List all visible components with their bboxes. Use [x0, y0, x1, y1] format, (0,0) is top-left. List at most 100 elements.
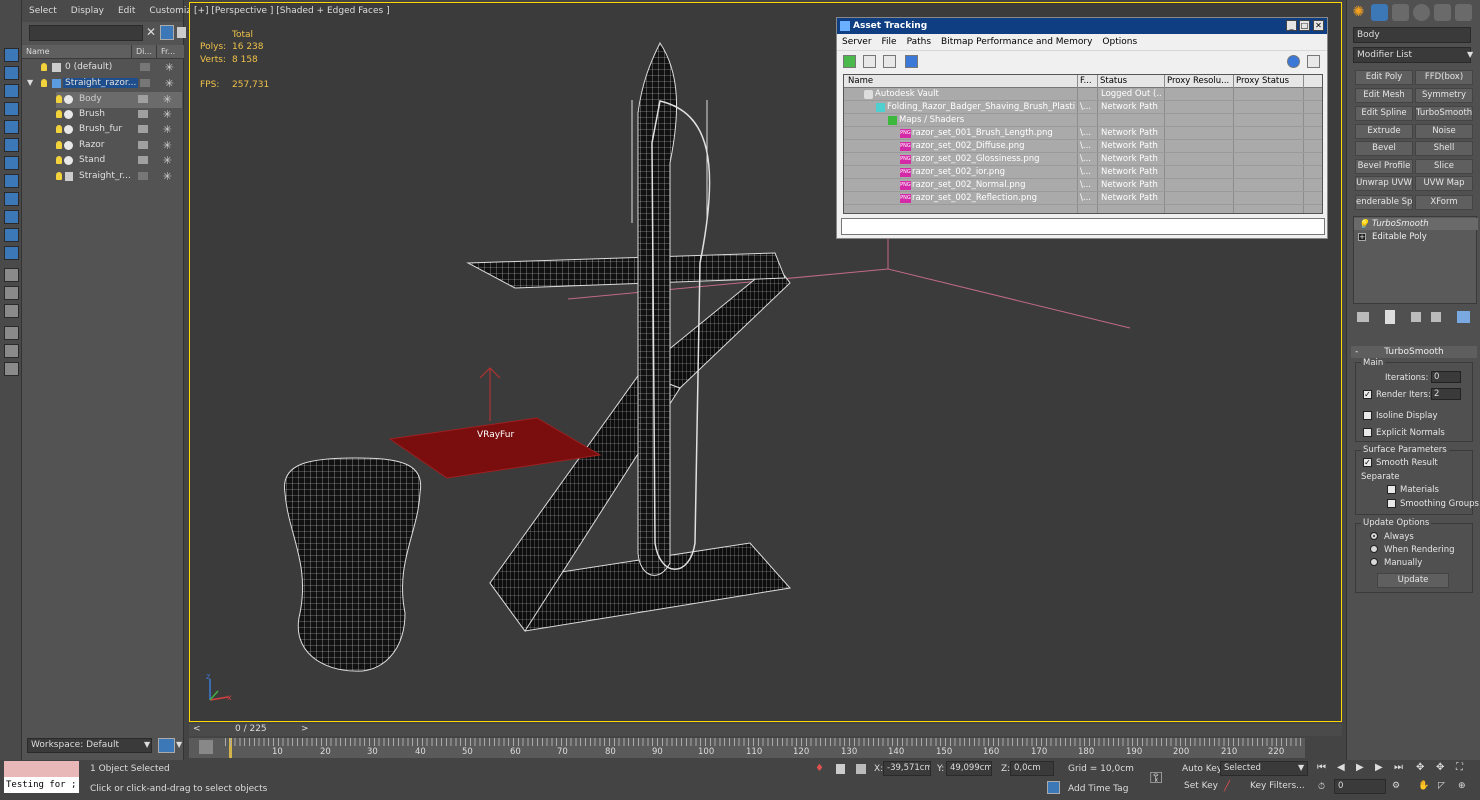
light-bulb-icon[interactable] — [56, 110, 62, 118]
time-slider[interactable]: < 0 / 225 > — [189, 724, 1342, 736]
renderable-spline-button[interactable]: enderable Splin — [1355, 195, 1413, 210]
create-tab-icon[interactable]: ✺ — [1350, 4, 1367, 21]
expand-plus-icon[interactable]: + — [1358, 233, 1366, 241]
asset-row-png[interactable]: PNG razor_set_002_Normal.png \... Networ… — [844, 179, 1322, 192]
go-to-start-icon[interactable]: ⏮ — [1317, 762, 1326, 773]
asset-row-maps-shaders[interactable]: Maps / Shaders — [844, 114, 1322, 127]
display-toggle-icon[interactable] — [138, 156, 148, 164]
column-proxy-status[interactable]: Proxy Status — [1236, 76, 1289, 86]
tree-row-straight-r[interactable]: Straight_r... ✳ — [56, 169, 182, 185]
time-tag-icon[interactable] — [1047, 781, 1060, 794]
layer-icon[interactable] — [4, 362, 19, 376]
walkthrough-icon[interactable]: ⊕ — [1458, 781, 1466, 791]
display-toggle-icon[interactable] — [138, 125, 148, 133]
render-iters-checkbox[interactable]: ✓ — [1363, 390, 1372, 399]
collapse-arrow-icon[interactable]: ▼ — [27, 78, 33, 87]
previous-frame-icon[interactable]: ◀ — [1337, 762, 1345, 773]
chevron-down-icon[interactable]: ▼ — [176, 740, 182, 749]
menu-paths[interactable]: Paths — [902, 37, 936, 47]
light-bulb-icon[interactable]: 💡 — [1358, 219, 1369, 231]
freeze-icon[interactable]: ✳ — [163, 154, 172, 167]
asset-tracking-titlebar[interactable]: Asset Tracking _ □ ✕ — [837, 18, 1327, 34]
invert-display-icon[interactable] — [4, 304, 19, 318]
refresh-icon[interactable] — [843, 55, 856, 68]
tree-row-stand[interactable]: Stand ✳ — [56, 153, 182, 169]
tree-row-razor[interactable]: Razor ✳ — [56, 138, 182, 154]
tree-row-layer-default[interactable]: 0 (default) ✳ — [22, 60, 184, 76]
display-groups-icon[interactable] — [4, 192, 19, 206]
isoline-display-checkbox[interactable] — [1363, 411, 1372, 420]
asset-row-png[interactable]: PNG razor_set_002_ior.png \... Network P… — [844, 166, 1322, 179]
display-none-all-icon[interactable] — [4, 286, 19, 300]
track-bar[interactable]: 10 20 30 40 50 60 70 80 90 100 110 120 1… — [189, 738, 1305, 758]
modifier-list-dropdown[interactable]: Modifier List — [1353, 47, 1471, 63]
default-in-out-tangent-icon[interactable]: ╱ — [1224, 781, 1230, 792]
tree-row-brush-fur[interactable]: Brush_fur ✳ — [56, 122, 182, 138]
maxscript-listener-pink[interactable] — [4, 761, 79, 777]
symmetry-button[interactable]: Symmetry — [1415, 88, 1473, 103]
always-radio[interactable] — [1370, 532, 1378, 540]
display-shapes-icon[interactable] — [4, 102, 19, 116]
next-frame-icon[interactable]: > — [301, 724, 309, 734]
key-filters-button[interactable]: Key Filters... — [1250, 781, 1305, 791]
slice-button[interactable]: Slice — [1415, 159, 1473, 174]
set-key-button[interactable]: Set Key — [1184, 781, 1218, 791]
light-bulb-icon[interactable] — [56, 156, 62, 164]
asset-row-png[interactable]: PNG razor_set_002_Diffuse.png \... Netwo… — [844, 140, 1322, 153]
turbosmooth-button[interactable]: TurboSmooth — [1415, 106, 1473, 121]
display-bones-icon[interactable] — [4, 228, 19, 242]
menu-edit[interactable]: Edit — [111, 6, 142, 16]
isolate-selection-icon[interactable]: ♦ — [815, 763, 824, 774]
display-toggle-icon[interactable] — [138, 110, 148, 118]
asset-row-vault[interactable]: Autodesk Vault Logged Out (... — [844, 88, 1322, 101]
field-of-view-icon[interactable]: ◸ — [1438, 781, 1445, 791]
chevron-down-icon[interactable]: ▼ — [1467, 50, 1473, 59]
explicit-normals-checkbox[interactable] — [1363, 428, 1372, 437]
utilities-tab-icon[interactable] — [1455, 4, 1472, 21]
light-bulb-icon[interactable] — [41, 79, 47, 87]
column-status[interactable]: Status — [1100, 76, 1127, 86]
y-coordinate-field[interactable]: 49,099cm — [946, 761, 992, 776]
freeze-icon[interactable]: ✳ — [165, 61, 174, 74]
menu-select[interactable]: Select — [22, 6, 64, 16]
absolute-mode-icon[interactable] — [856, 764, 866, 774]
current-frame-field[interactable]: 0 — [1334, 779, 1386, 794]
time-config-icon[interactable]: ⏱ — [1318, 782, 1325, 792]
minimize-icon[interactable]: _ — [1286, 20, 1297, 31]
settings-icon[interactable] — [1307, 55, 1320, 68]
explorer-search-input[interactable] — [29, 25, 143, 41]
update-button[interactable]: Update — [1377, 573, 1449, 588]
freeze-icon[interactable]: ✳ — [165, 77, 174, 90]
display-toggle-icon[interactable] — [138, 95, 148, 103]
light-bulb-icon[interactable] — [41, 63, 47, 71]
turbosmooth-rollout-title[interactable]: - TurboSmooth — [1351, 346, 1477, 358]
selection-set-dropdown[interactable]: Selected — [1220, 761, 1308, 776]
display-all-icon[interactable] — [4, 268, 19, 282]
display-geometry-icon[interactable] — [4, 84, 19, 98]
time-configuration-icon[interactable]: ⚙ — [1392, 781, 1400, 791]
menu-server[interactable]: Server — [837, 37, 877, 47]
workspace-dropdown[interactable]: Workspace: Default — [27, 738, 152, 753]
asset-row-png[interactable]: PNG razor_set_002_Glossiness.png \... Ne… — [844, 153, 1322, 166]
bevel-profile-button[interactable]: Bevel Profile — [1355, 159, 1413, 174]
display-none-icon[interactable] — [4, 66, 19, 80]
menu-file[interactable]: File — [877, 37, 902, 47]
image-view-icon[interactable] — [883, 55, 896, 68]
hierarchy-tab-icon[interactable] — [1392, 4, 1409, 21]
mini-curve-editor-icon[interactable] — [199, 740, 213, 754]
light-bulb-icon[interactable] — [56, 172, 62, 180]
bevel-button[interactable]: Bevel — [1355, 141, 1413, 156]
display-spacewarps-icon[interactable] — [4, 174, 19, 188]
key-icon[interactable]: ⚿ — [1150, 768, 1162, 788]
select-objects-icon[interactable] — [4, 48, 19, 62]
freeze-icon[interactable]: ✳ — [163, 108, 172, 121]
asset-row-png[interactable]: PNG razor_set_002_Reflection.png \... Ne… — [844, 192, 1322, 205]
show-end-result-icon[interactable] — [1385, 310, 1395, 324]
edit-spline-button[interactable]: Edit Spline — [1355, 106, 1413, 121]
object-name-field[interactable]: Body — [1353, 27, 1471, 43]
remove-modifier-icon[interactable] — [1431, 312, 1441, 322]
go-to-end-icon[interactable]: ⏭ — [1394, 762, 1403, 773]
render-iters-spinner[interactable]: 2 — [1431, 388, 1461, 400]
iterations-spinner[interactable]: 0 — [1431, 371, 1461, 383]
menu-display[interactable]: Display — [64, 6, 111, 16]
